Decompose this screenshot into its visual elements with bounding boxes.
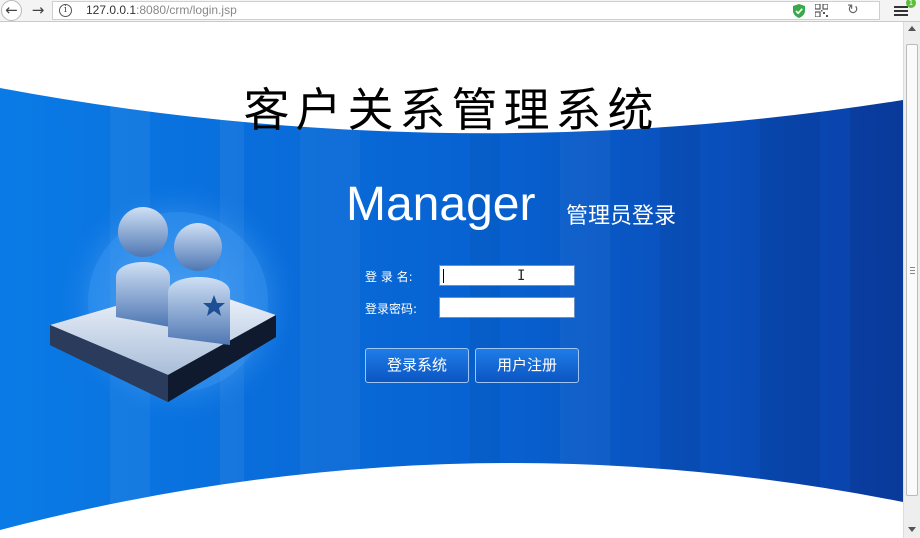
grip-line bbox=[910, 267, 915, 268]
menu-button[interactable]: 1 bbox=[886, 0, 920, 22]
login-page: 客户关系管理系统 Manager 管理员登录 登 录 名: I 登录密码: 登录… bbox=[0, 22, 903, 538]
url-text[interactable]: 127.0.0.1:8080/crm/login.jsp bbox=[86, 3, 237, 17]
menu-icon-bar bbox=[894, 14, 908, 16]
address-bar[interactable]: i 127.0.0.1:8080/crm/login.jsp ↻ bbox=[52, 1, 880, 20]
username-label: 登 录 名: bbox=[365, 270, 413, 284]
menu-icon bbox=[894, 6, 908, 8]
register-button[interactable]: 用户注册 bbox=[475, 348, 579, 383]
notification-badge: 1 bbox=[906, 0, 916, 8]
scroll-up-arrow-icon[interactable] bbox=[908, 26, 916, 31]
scroll-thumb[interactable] bbox=[906, 44, 918, 496]
text-cursor-icon: I bbox=[517, 268, 526, 284]
qr-code-icon[interactable] bbox=[815, 4, 828, 17]
manager-subtitle: 管理员登录 bbox=[566, 204, 677, 229]
browser-toolbar: ← → i 127.0.0.1:8080/crm/login.jsp ↻ 1 bbox=[0, 0, 920, 22]
info-icon[interactable]: i bbox=[59, 4, 72, 17]
menu-icon-bar bbox=[894, 10, 908, 12]
username-input[interactable] bbox=[439, 265, 575, 286]
login-button[interactable]: 登录系统 bbox=[365, 348, 469, 383]
password-label: 登录密码: bbox=[365, 302, 418, 316]
back-arrow-icon: ← bbox=[5, 1, 18, 19]
manager-title: Manager bbox=[346, 178, 536, 231]
scroll-down-arrow-icon[interactable] bbox=[908, 527, 916, 532]
back-button[interactable]: ← bbox=[1, 0, 22, 21]
grip-line bbox=[910, 273, 915, 274]
shield-icon[interactable] bbox=[793, 4, 805, 18]
vertical-scrollbar[interactable] bbox=[903, 22, 920, 538]
url-host: 127.0.0.1 bbox=[86, 3, 137, 17]
forward-button[interactable]: → bbox=[28, 1, 48, 21]
page-title: 客户关系管理系统 bbox=[243, 83, 660, 137]
text-caret bbox=[443, 269, 444, 283]
users-emblem-icon bbox=[50, 182, 298, 422]
password-input[interactable] bbox=[439, 297, 575, 318]
reload-icon[interactable]: ↻ bbox=[847, 2, 859, 18]
forward-arrow-icon: → bbox=[31, 1, 45, 19]
grip-line bbox=[910, 270, 915, 271]
url-path: :8080/crm/login.jsp bbox=[136, 3, 237, 17]
